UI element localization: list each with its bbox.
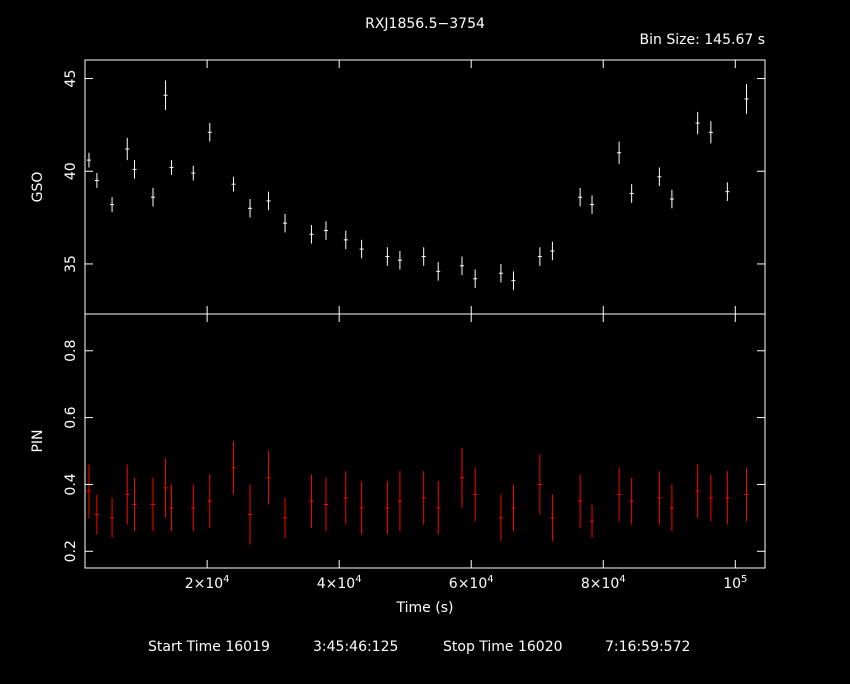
x-tick-label: 6×104: [449, 574, 494, 592]
start-time-value: 3:45:46:125: [313, 639, 398, 655]
gso-axis-label: GSO: [30, 172, 46, 203]
x-tick-label: 4×104: [317, 574, 362, 592]
y-tick-label: 0.4: [63, 473, 79, 495]
bin-size-label: Bin Size: 145.67 s: [640, 32, 765, 48]
light-curve-chart: RXJ1856.5−3754 Bin Size: 145.67 s 35 40 45…: [0, 0, 850, 680]
y-tick-label: 0.8: [63, 340, 79, 362]
stop-time-value: 7:16:59:572: [605, 639, 690, 655]
start-time-label: Start Time 16019: [148, 639, 270, 655]
y-tick-label: 0.6: [63, 406, 79, 428]
x-axis-label: Time (s): [396, 600, 454, 616]
pin-axis-label: PIN: [30, 429, 46, 452]
y-tick-label: 40: [63, 162, 79, 180]
chart-title: RXJ1856.5−3754: [365, 16, 485, 32]
x-tick-label: 2×104: [185, 574, 230, 592]
y-tick-label: 35: [63, 255, 79, 273]
stop-time-label: Stop Time 16020: [443, 639, 563, 655]
x-tick-label: 8×104: [581, 574, 626, 592]
y-tick-label: 45: [63, 70, 79, 88]
y-tick-label: 0.2: [63, 540, 79, 562]
